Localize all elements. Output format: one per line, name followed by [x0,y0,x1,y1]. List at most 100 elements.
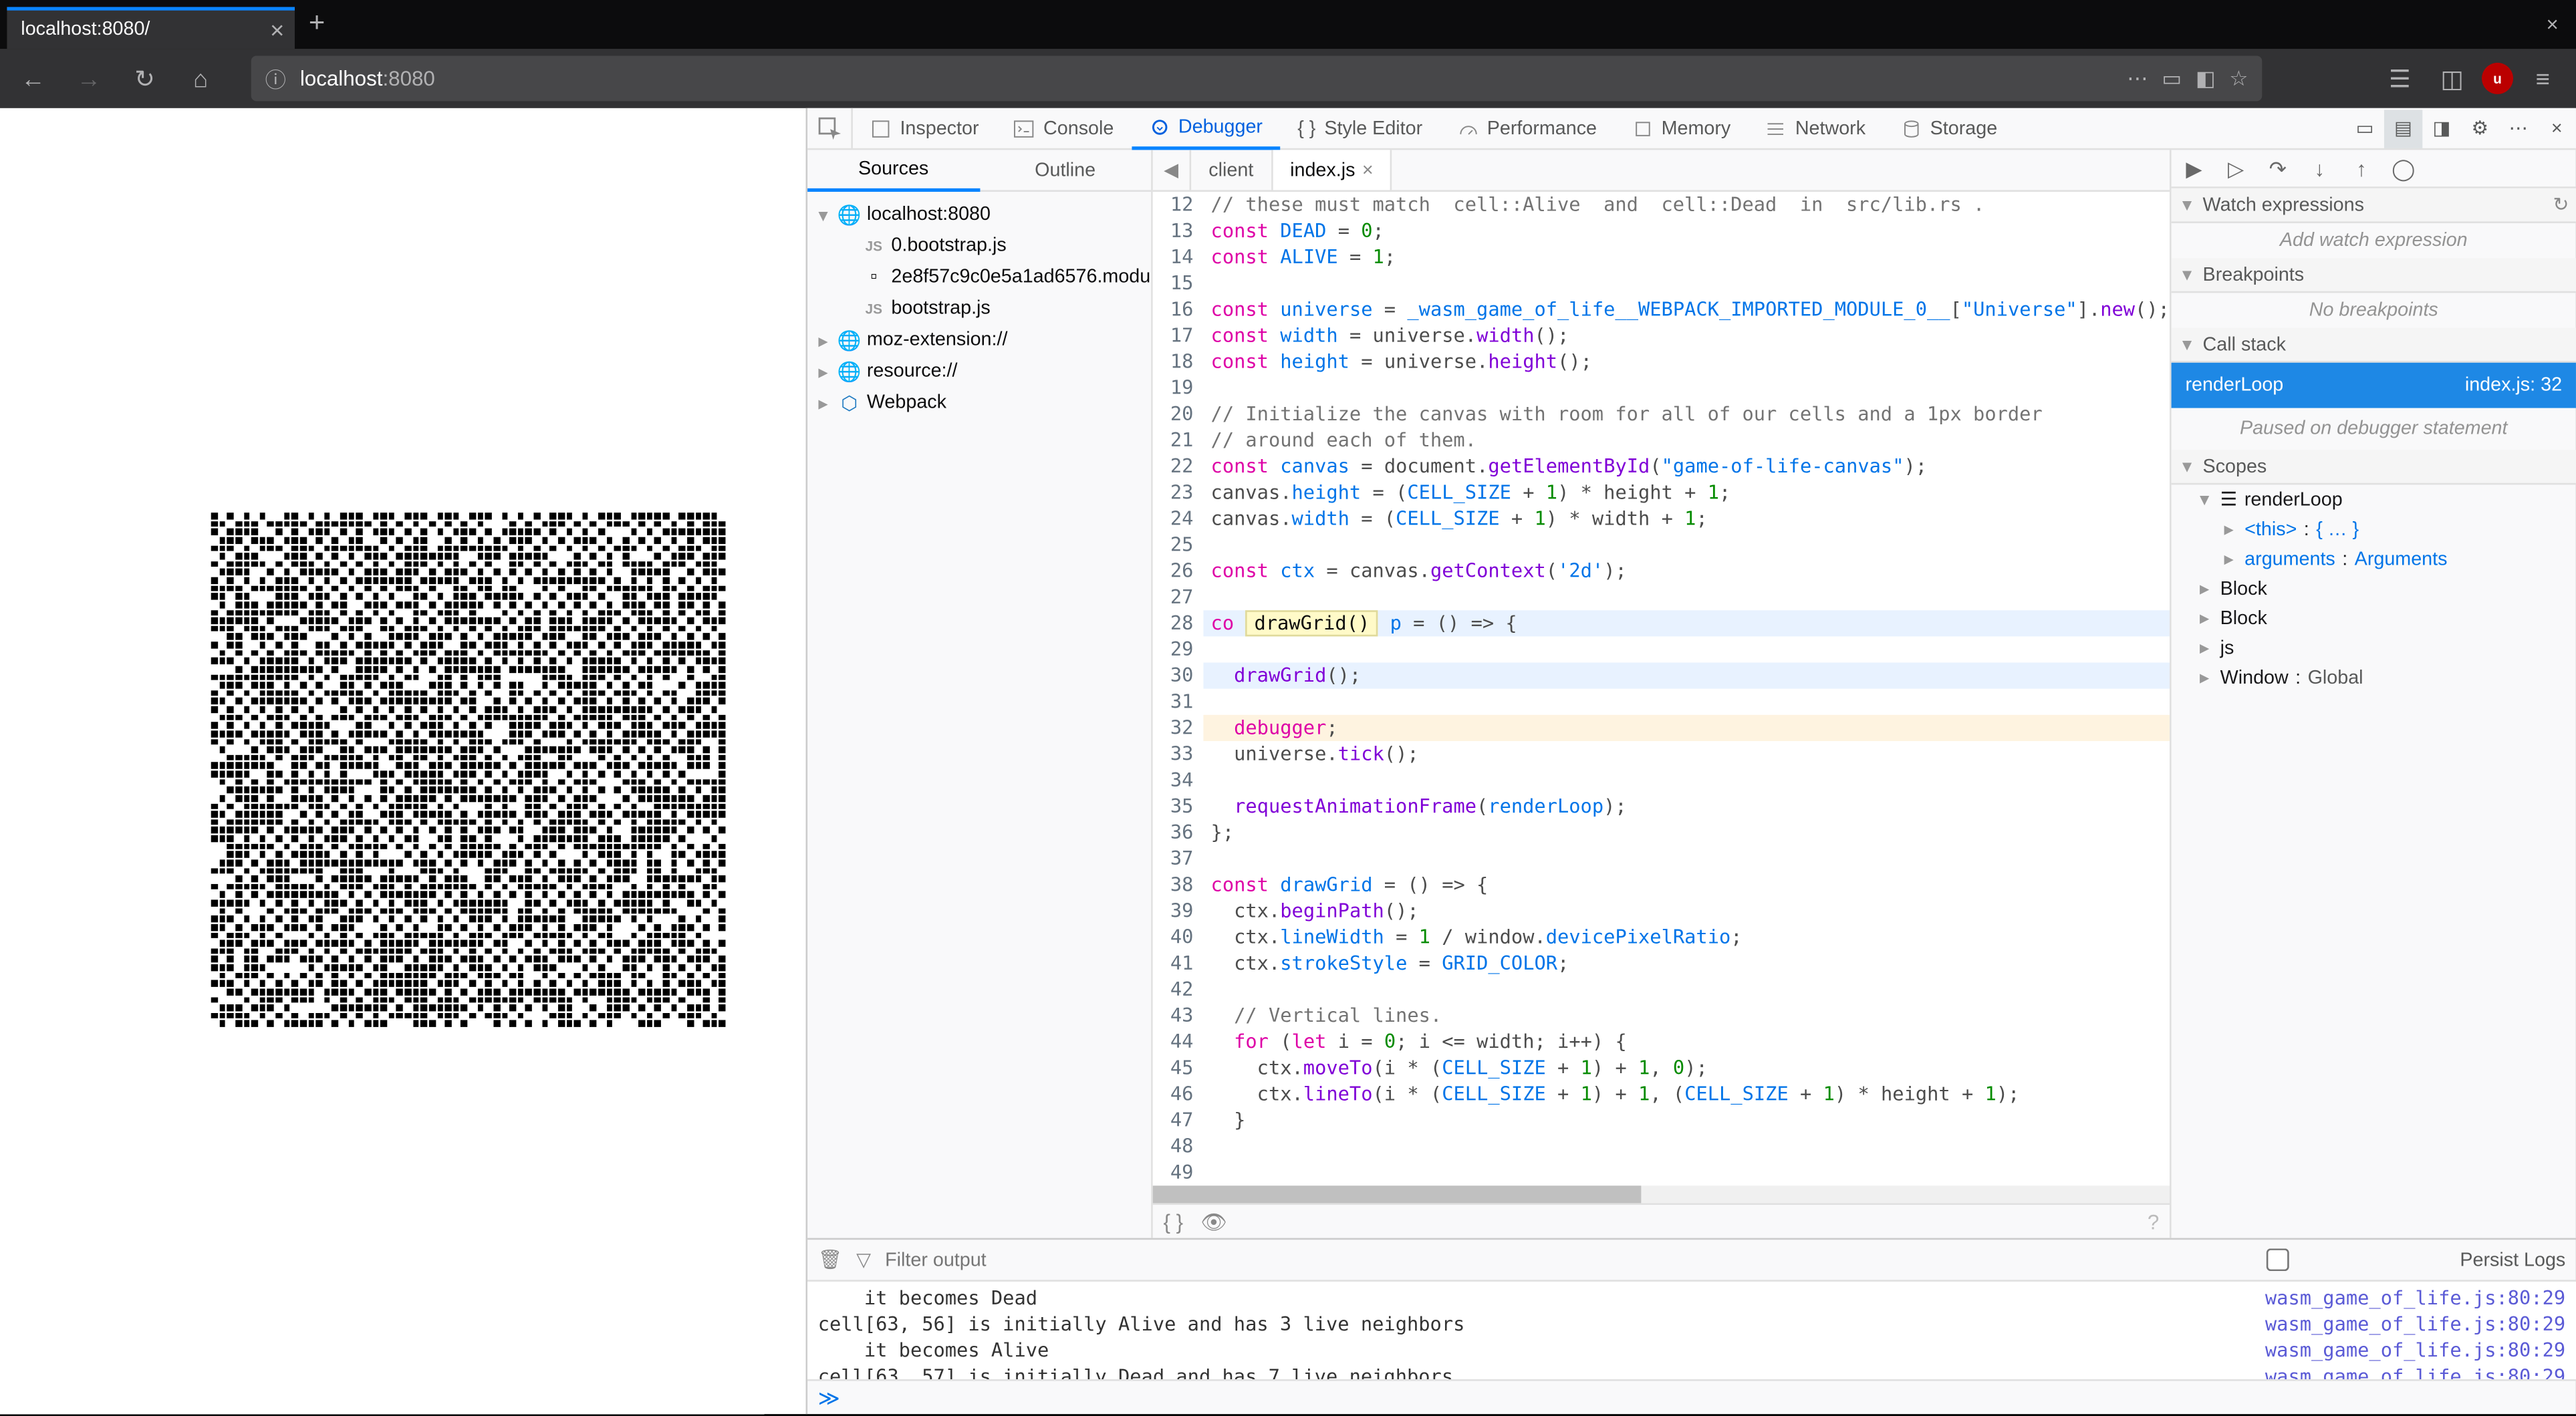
pretty-print-icon[interactable]: { } [1163,1210,1183,1234]
sidebar-icon[interactable]: ◫ [2430,55,2475,101]
debugger-body: Sources Outline ▾🌐localhost:8080 JS0.boo… [807,150,2576,1240]
tab-debugger[interactable]: Debugger [1131,109,1280,149]
resume-icon[interactable]: ▷ [2220,152,2252,184]
tree-webpack[interactable]: ▸⬡Webpack [807,387,1151,418]
tab-style-editor[interactable]: { }Style Editor [1280,108,1440,148]
page-viewport [0,108,806,1414]
console-output[interactable]: it becomes Deadwasm_game_of_life.js:80:2… [807,1282,2576,1379]
refresh-watch-icon[interactable]: ↻ [2553,194,2569,217]
nav-toolbar: ← → ↻ ⌂ ⓘ localhost:8080 ⋯ ▭ ◧ ☆ ☰ ◫ u ≡ [0,49,2576,108]
bookmark-icon[interactable]: ☆ [2229,66,2248,91]
tree-file-hash-module[interactable]: ▫2e8f57c9c0e5a1ad6576.modu [807,261,1151,293]
tab-console[interactable]: Console [997,108,1132,148]
clear-console-icon[interactable]: 🗑 [818,1248,842,1271]
editor-tab-indexjs[interactable]: index.js× [1273,150,1392,190]
tab-performance[interactable]: Performance [1440,108,1614,148]
editor-tab-client[interactable]: client [1191,150,1273,190]
page-action-icon[interactable]: ⋯ [2127,66,2148,91]
scope-window[interactable]: ▸Window: Global [2172,663,2576,692]
scope-arguments[interactable]: ▸arguments: Arguments [2172,544,2576,573]
console-toolbar: 🗑 ▽ Persist Logs [807,1240,2576,1282]
reload-button[interactable]: ↻ [122,55,168,101]
tab-title: localhost:8080/ [21,19,150,40]
pocket-icon[interactable]: ◧ [2196,66,2216,91]
close-tab-icon[interactable]: × [270,15,284,43]
persist-logs-toggle[interactable]: Persist Logs [2104,1248,2565,1271]
blackbox-icon[interactable]: 👁 [1200,1210,1227,1234]
content-row: Inspector Console Debugger { }Style Edit… [0,108,2576,1414]
paused-reason: Paused on debugger statement [2172,408,2576,450]
watch-add-placeholder[interactable]: Add watch expression [2172,223,2576,258]
dock-side-icon[interactable]: ◨ [2422,109,2460,147]
url-bar[interactable]: ⓘ localhost:8080 ⋯ ▭ ◧ ☆ [251,55,2263,101]
split-console: 🗑 ▽ Persist Logs it becomes Deadwasm_gam… [807,1240,2576,1414]
tree-file-0bootstrap[interactable]: JS0.bootstrap.js [807,230,1151,261]
menu-icon[interactable]: ≡ [2520,55,2565,101]
filter-icon[interactable]: ▽ [856,1248,871,1271]
console-source-link[interactable]: wasm_game_of_life.js:80:29 [2265,1363,2565,1379]
console-source-link[interactable]: wasm_game_of_life.js:80:29 [2265,1311,2565,1337]
devtools-options-icon[interactable]: ⋯ [2499,109,2537,147]
tree-file-bootstrap[interactable]: JSbootstrap.js [807,293,1151,324]
scope-renderloop[interactable]: ▾☰renderLoop [2172,484,2576,514]
callstack-frame-renderloop[interactable]: renderLoopindex.js: 32 [2172,363,2576,408]
devtools-close-icon[interactable]: × [2538,109,2576,147]
tab-memory[interactable]: Memory [1614,108,1748,148]
help-icon[interactable]: ? [2148,1210,2159,1234]
scope-block-1[interactable]: ▸Block [2172,573,2576,603]
library-icon[interactable]: ☰ [2377,55,2422,101]
forward-button[interactable]: → [66,55,112,101]
window-close-icon[interactable]: × [2547,12,2559,37]
outline-tab[interactable]: Outline [979,150,1151,190]
game-of-life-canvas [211,513,727,1028]
step-out-icon[interactable]: ↑ [2346,152,2377,184]
console-source-link[interactable]: wasm_game_of_life.js:80:29 [2265,1337,2565,1363]
tree-moz-extension[interactable]: ▸🌐moz-extension:// [807,324,1151,356]
step-over-icon[interactable]: ↷ [2262,152,2293,184]
browser-tab[interactable]: localhost:8080/ × [7,7,295,49]
close-editor-tab-icon[interactable]: × [1362,160,1374,180]
console-source-link[interactable]: wasm_game_of_life.js:80:29 [2265,1285,2565,1311]
url-text: localhost:8080 [300,66,435,91]
split-console-icon[interactable]: ▤ [2384,109,2422,147]
reader-icon[interactable]: ▭ [2162,66,2182,91]
callstack-header[interactable]: ▾Call stack [2172,328,2576,363]
tree-resource[interactable]: ▸🌐resource:// [807,356,1151,387]
tab-inspector[interactable]: Inspector [853,108,997,148]
responsive-mode-icon[interactable]: ▭ [2346,109,2384,147]
devtools-toolbox-tabs: Inspector Console Debugger { }Style Edit… [807,108,2576,150]
devtools-settings-icon[interactable]: ⚙ [2461,109,2499,147]
editor-footer: { } 👁 ? [1153,1203,2170,1238]
debugger-controls: ▶ ▷ ↷ ↓ ↑ ◯ [2172,150,2576,188]
ublock-icon[interactable]: u [2482,63,2513,94]
scope-js[interactable]: ▸js [2172,633,2576,662]
new-tab-button[interactable]: + [309,9,325,40]
tab-network[interactable]: Network [1748,108,1883,148]
back-button[interactable]: ← [11,55,56,101]
persist-logs-checkbox[interactable] [2104,1248,2453,1271]
step-in-icon[interactable]: ↓ [2304,152,2335,184]
scope-block-2[interactable]: ▸Block [2172,603,2576,633]
browser-chrome: localhost:8080/ × + × ← → ↻ ⌂ ⓘ localhos… [0,0,2576,108]
element-picker-icon[interactable] [807,108,853,148]
sources-panel: Sources Outline ▾🌐localhost:8080 JS0.boo… [807,150,1153,1238]
console-input[interactable]: ≫ [807,1379,2576,1414]
watch-header[interactable]: ▾Watch expressions↻ [2172,188,2576,223]
editor-h-scrollbar[interactable] [1153,1185,2170,1203]
filter-output-input[interactable] [885,1250,1234,1270]
breakpoints-empty: No breakpoints [2172,293,2576,327]
scopes-header[interactable]: ▾Scopes [2172,450,2576,484]
toggle-right-pane-icon[interactable]: ▶ [2178,152,2210,184]
home-button[interactable]: ⌂ [178,55,223,101]
site-info-icon[interactable]: ⓘ [265,63,286,93]
editor-panel: ◀ client index.js× 121314151617181920212… [1153,150,2172,1238]
toggle-sources-icon[interactable]: ◀ [1153,150,1191,190]
tab-storage[interactable]: Storage [1883,108,2015,148]
deactivate-breakpoints-icon[interactable]: ◯ [2388,152,2419,184]
sources-tab[interactable]: Sources [807,150,979,192]
breakpoints-header[interactable]: ▾Breakpoints [2172,258,2576,293]
scope-this[interactable]: ▸<this>: { … } [2172,515,2576,544]
devtools-panel: Inspector Console Debugger { }Style Edit… [806,108,2576,1414]
tree-root-localhost[interactable]: ▾🌐localhost:8080 [807,198,1151,230]
code-editor[interactable]: 1213141516171819202122232425262728293031… [1153,192,2170,1185]
